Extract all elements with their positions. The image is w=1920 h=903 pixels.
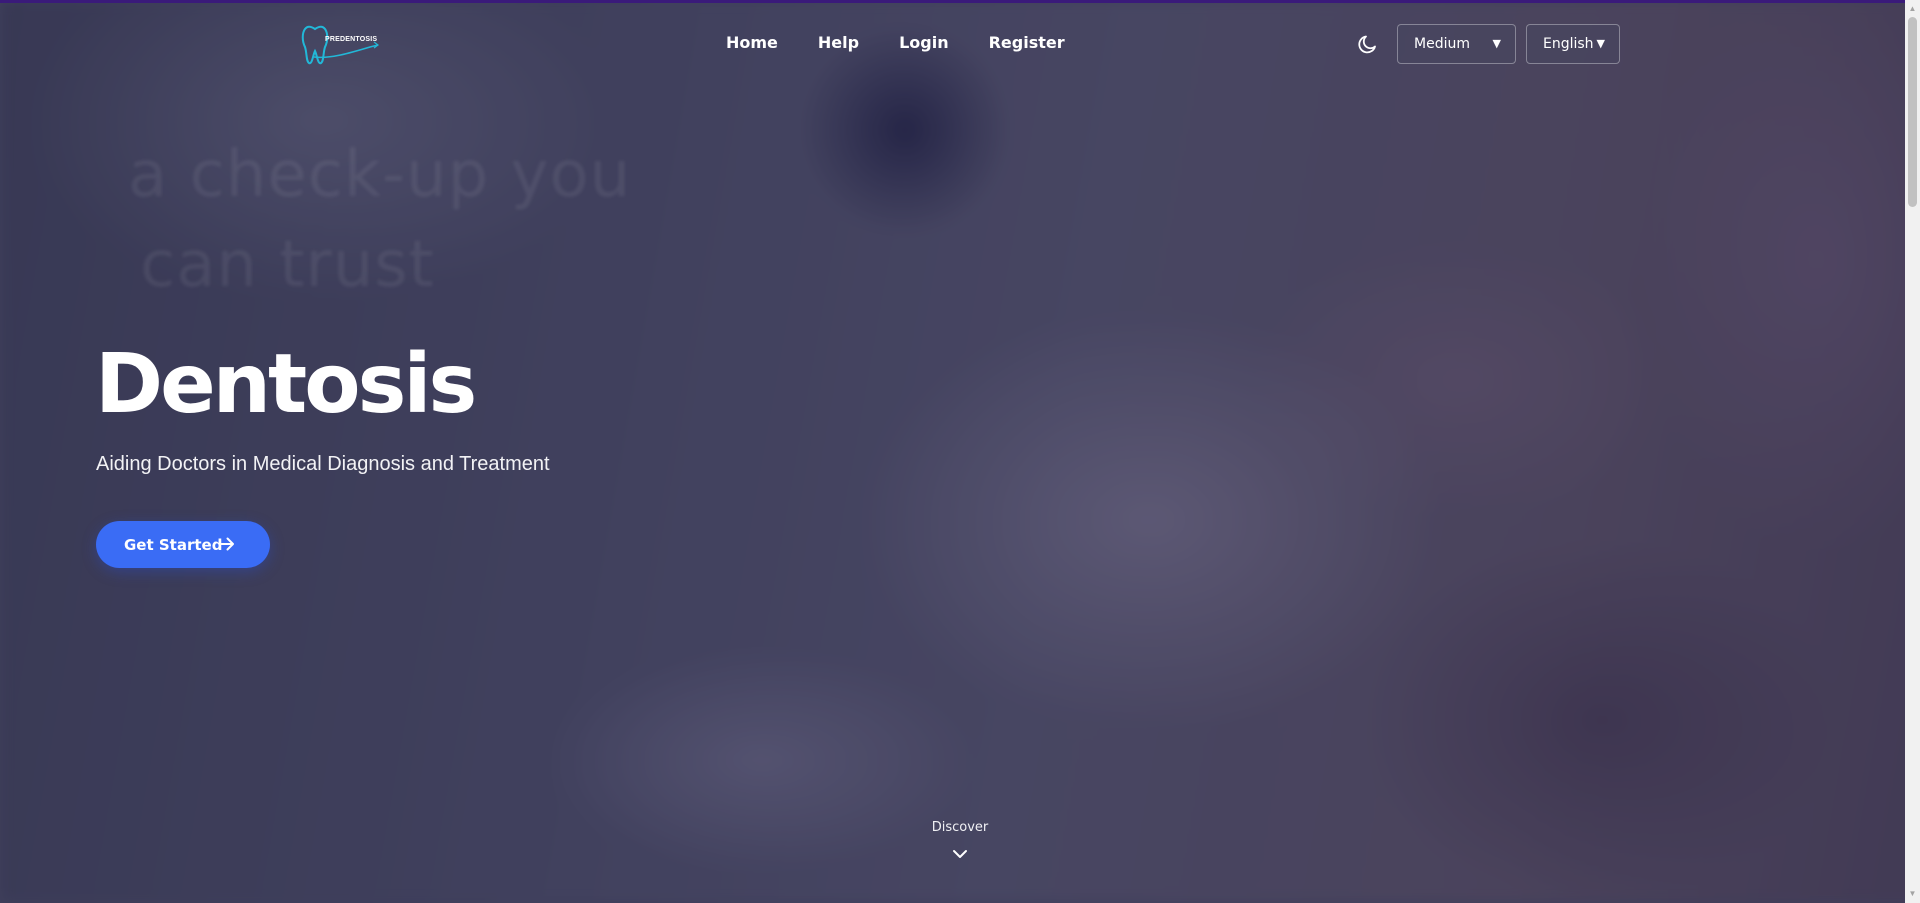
logo-text: PREDENTOSIS <box>325 36 378 43</box>
hero-overlay <box>0 0 1920 903</box>
language-select[interactable]: English ▼ <box>1526 24 1620 64</box>
hero-title: Dentosis <box>95 337 477 432</box>
hero-ghost-text-line-2: can trust <box>140 228 435 302</box>
chevron-down-icon[interactable] <box>952 848 968 860</box>
site-header: PREDENTOSIS Home Help Login Register Med… <box>0 3 1905 83</box>
scroll-down-arrow[interactable]: ▼ <box>1905 887 1920 901</box>
scrollbar-thumb[interactable] <box>1908 17 1917 207</box>
tooth-logo-icon <box>301 25 379 65</box>
text-size-select[interactable]: Medium ▼ <box>1397 24 1516 64</box>
nav-login-link[interactable]: Login <box>899 33 949 57</box>
chevron-down-icon: ▼ <box>1492 37 1501 50</box>
dark-mode-toggle[interactable] <box>1356 32 1380 56</box>
logo[interactable]: PREDENTOSIS <box>300 23 384 67</box>
hero-ghost-text-line-1: a check-up you <box>128 138 632 212</box>
language-select-value: English <box>1543 36 1594 52</box>
scroll-up-arrow[interactable]: ▲ <box>1905 2 1920 16</box>
nav-help-link[interactable]: Help <box>818 33 859 57</box>
nav-register-link[interactable]: Register <box>989 33 1065 57</box>
arrow-right-icon <box>219 537 234 551</box>
discover-link[interactable]: Discover <box>932 820 989 835</box>
get-started-button[interactable]: Get Started <box>96 521 270 568</box>
moon-icon <box>1358 35 1376 54</box>
discover-section: Discover <box>0 820 1920 835</box>
hero-subtitle: Aiding Doctors in Medical Diagnosis and … <box>96 453 550 475</box>
page-scrollbar[interactable]: ▲ ▼ <box>1905 0 1920 903</box>
main-nav: Home Help Login Register <box>726 33 1065 57</box>
text-size-select-value: Medium <box>1414 36 1470 52</box>
chevron-down-icon: ▼ <box>1596 37 1605 50</box>
get-started-label: Get Started <box>124 535 223 554</box>
nav-home-link[interactable]: Home <box>726 33 778 57</box>
